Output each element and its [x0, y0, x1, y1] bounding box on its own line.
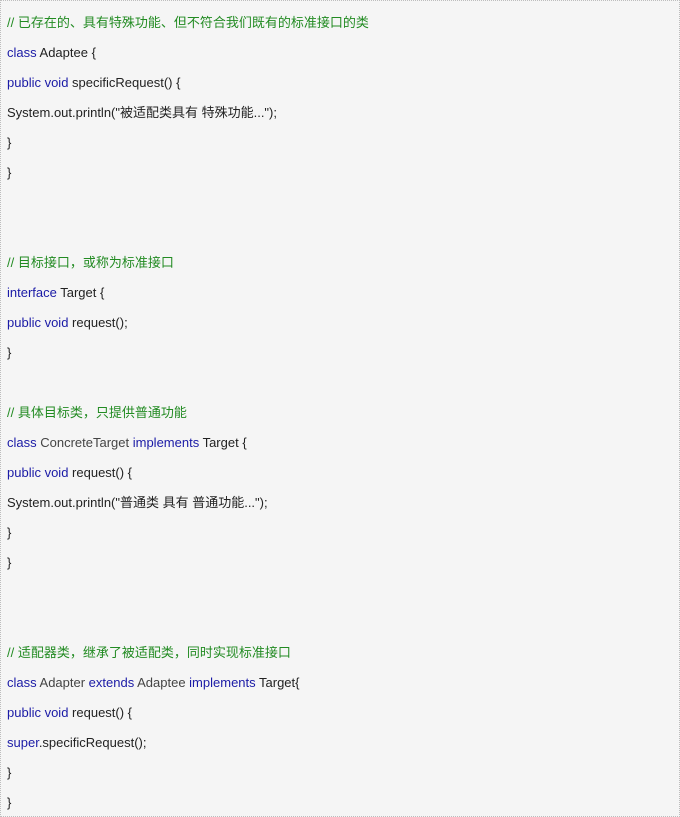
code-comment: // 具体目标类，只提供普通功能	[7, 405, 187, 420]
code-keyword: interface	[7, 285, 57, 300]
code-keyword: public void	[7, 75, 69, 90]
code-text: .specificRequest();	[38, 735, 147, 750]
code-line: class ConcreteTarget implements Target {	[7, 432, 247, 454]
code-text: Target {	[199, 435, 247, 450]
code-identifier: Adapter	[36, 675, 89, 690]
code-text: request() {	[68, 465, 133, 480]
code-line: }	[7, 162, 11, 184]
code-text: Adaptee {	[36, 45, 96, 60]
code-comment: // 已存在的、具有特殊功能、但不符合我们既有的标准接口的类	[7, 15, 369, 30]
code-keyword: public void	[7, 465, 69, 480]
code-text: Target{	[255, 675, 300, 690]
code-text: }	[7, 345, 12, 360]
code-keyword: implements	[189, 675, 256, 690]
code-identifier: Adaptee	[134, 675, 190, 690]
code-line: interface Target {	[7, 282, 104, 304]
code-comment: // 目标接口，或称为标准接口	[7, 255, 174, 270]
code-line: // 适配器类，继承了被适配类，同时实现标准接口	[7, 642, 291, 664]
code-line: super.specificRequest();	[7, 732, 146, 754]
code-line: public void request();	[7, 312, 128, 334]
code-line: // 目标接口，或称为标准接口	[7, 252, 174, 274]
code-keyword: extends	[88, 675, 135, 690]
code-text: request() {	[68, 705, 133, 720]
code-text: }	[7, 765, 12, 780]
code-line: class Adapter extends Adaptee implements…	[7, 672, 300, 694]
code-text: System.out.println("普通类 具有 普通功能...");	[7, 495, 268, 510]
code-line: }	[7, 342, 11, 364]
code-line: }	[7, 762, 11, 784]
code-keyword: super	[7, 735, 39, 750]
code-text: }	[7, 165, 12, 180]
code-keyword: implements	[132, 435, 200, 450]
code-line: public void request() {	[7, 702, 132, 724]
code-block: // 已存在的、具有特殊功能、但不符合我们既有的标准接口的类 class Ada…	[0, 0, 680, 817]
code-text: }	[7, 135, 12, 150]
code-keyword: public void	[7, 705, 69, 720]
code-keyword: class	[7, 435, 37, 450]
code-keyword: public void	[7, 315, 69, 330]
code-keyword: class	[7, 675, 37, 690]
code-text: }	[7, 795, 12, 810]
code-text: }	[7, 555, 12, 570]
code-line: public void request() {	[7, 462, 132, 484]
code-line: System.out.println("普通类 具有 普通功能...");	[7, 492, 268, 514]
code-line: System.out.println("被适配类具有 特殊功能...");	[7, 102, 277, 124]
code-text: System.out.println("被适配类具有 特殊功能...");	[7, 105, 277, 120]
code-line: public void specificRequest() {	[7, 72, 180, 94]
code-line: }	[7, 522, 11, 544]
code-text: specificRequest() {	[68, 75, 181, 90]
code-line: }	[7, 132, 11, 154]
code-text: }	[7, 525, 12, 540]
code-identifier: ConcreteTarget	[36, 435, 133, 450]
code-comment: // 适配器类，继承了被适配类，同时实现标准接口	[7, 645, 291, 660]
code-text: Target {	[56, 285, 105, 300]
code-line: class Adaptee {	[7, 42, 96, 64]
code-line: }	[7, 792, 11, 814]
code-line: // 已存在的、具有特殊功能、但不符合我们既有的标准接口的类	[7, 12, 369, 34]
code-keyword: class	[7, 45, 37, 60]
code-text: request();	[68, 315, 128, 330]
code-line: // 具体目标类，只提供普通功能	[7, 402, 187, 424]
code-line: }	[7, 552, 11, 574]
